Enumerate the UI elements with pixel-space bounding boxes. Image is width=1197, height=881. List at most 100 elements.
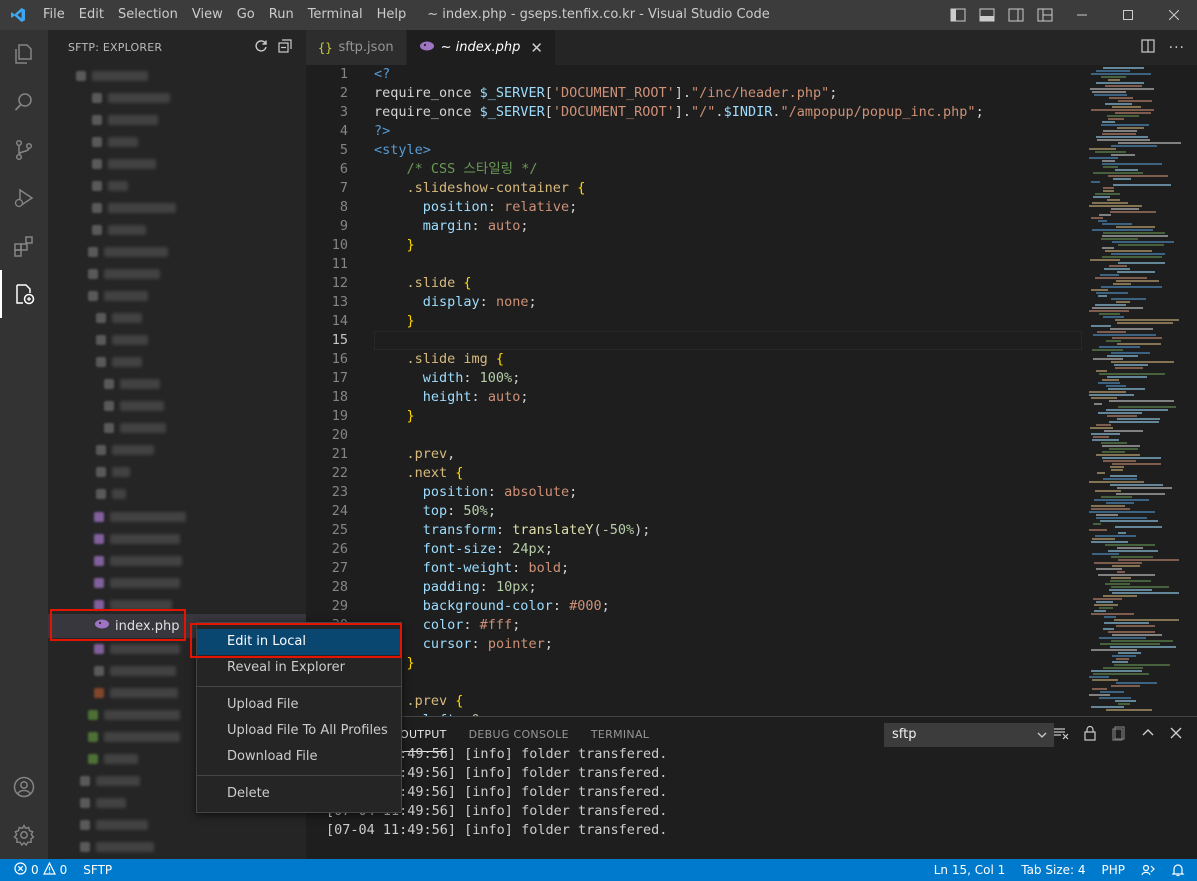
- menu-item-edit-in-local[interactable]: Edit in Local: [197, 629, 401, 655]
- code-line[interactable]: 26 font-size: 24px;: [306, 540, 1086, 559]
- code-line[interactable]: 12 .slide {: [306, 274, 1086, 293]
- tree-item[interactable]: [92, 175, 128, 197]
- code-line[interactable]: 27 font-weight: bold;: [306, 559, 1086, 578]
- tree-item[interactable]: [94, 572, 180, 594]
- tree-item[interactable]: [94, 682, 178, 704]
- tree-item[interactable]: [92, 197, 176, 219]
- code-line[interactable]: 33: [306, 673, 1086, 692]
- tree-item[interactable]: [76, 65, 148, 87]
- tree-item[interactable]: [96, 483, 126, 505]
- menu-item-upload-file[interactable]: Upload File: [197, 692, 401, 718]
- menu-terminal[interactable]: Terminal: [301, 0, 370, 30]
- tree-item[interactable]: [88, 704, 180, 726]
- code-line[interactable]: 31 cursor: pointer;: [306, 635, 1086, 654]
- extensions-icon[interactable]: [0, 222, 48, 270]
- cursor-position[interactable]: Ln 15, Col 1: [926, 863, 1014, 877]
- lock-scroll-icon[interactable]: [1083, 725, 1097, 745]
- toggle-secondary-sidebar-icon[interactable]: [1001, 0, 1030, 30]
- code-line[interactable]: 17 width: 100%;: [306, 369, 1086, 388]
- code-line[interactable]: 6 /* CSS 스타일링 */: [306, 160, 1086, 179]
- language-mode[interactable]: PHP: [1094, 863, 1134, 877]
- menu-item-upload-all-profiles[interactable]: Upload File To All Profiles: [197, 718, 401, 744]
- menu-item-download-file[interactable]: Download File: [197, 744, 401, 770]
- tree-item[interactable]: [92, 219, 146, 241]
- close-tab-icon[interactable]: ✕: [530, 39, 543, 57]
- tree-item[interactable]: [92, 109, 158, 131]
- code-line[interactable]: 14 }: [306, 312, 1086, 331]
- code-line[interactable]: 4 ?>: [306, 122, 1086, 141]
- tree-item[interactable]: [80, 770, 140, 792]
- explorer-icon[interactable]: [0, 30, 48, 78]
- tree-item[interactable]: [88, 285, 148, 307]
- collapse-all-icon[interactable]: [278, 39, 292, 57]
- sftp-status[interactable]: SFTP: [75, 863, 120, 877]
- code-line[interactable]: 3 require_once $_SERVER['DOCUMENT_ROOT'].…: [306, 103, 1086, 122]
- tree-item[interactable]: [104, 373, 160, 395]
- live-share-icon[interactable]: [1133, 863, 1163, 877]
- tree-item[interactable]: [80, 792, 126, 814]
- tree-item[interactable]: [104, 395, 164, 417]
- code-line[interactable]: 15: [306, 331, 1086, 350]
- tab-sftp-json[interactable]: {} sftp.json: [306, 30, 407, 65]
- code-line[interactable]: 10 }: [306, 236, 1086, 255]
- menu-file[interactable]: File: [36, 0, 72, 30]
- open-log-file-icon[interactable]: [1111, 725, 1127, 745]
- settings-gear-icon[interactable]: [0, 811, 48, 859]
- tab-size[interactable]: Tab Size: 4: [1013, 863, 1093, 877]
- code-line[interactable]: 23 position: absolute;: [306, 483, 1086, 502]
- output-channel-select[interactable]: sftp: [884, 723, 1054, 747]
- menu-help[interactable]: Help: [370, 0, 414, 30]
- problems-indicator[interactable]: 0 0: [0, 861, 75, 878]
- code-line[interactable]: 30 color: #fff;: [306, 616, 1086, 635]
- sftp-explorer-icon[interactable]: [0, 270, 48, 318]
- tree-item[interactable]: [96, 351, 142, 373]
- tree-item[interactable]: [94, 660, 176, 682]
- menu-item-reveal-in-explorer[interactable]: Reveal in Explorer: [197, 655, 401, 681]
- tree-item[interactable]: [88, 748, 138, 770]
- code-line[interactable]: 2 require_once $_SERVER['DOCUMENT_ROOT'].…: [306, 84, 1086, 103]
- code-editor[interactable]: 1 <? 2 require_once $_SERVER['DOCUMENT_ROOT…: [306, 65, 1197, 716]
- code-line[interactable]: 24 top: 50%;: [306, 502, 1086, 521]
- source-control-icon[interactable]: [0, 126, 48, 174]
- tree-item[interactable]: [96, 461, 130, 483]
- tree-item[interactable]: [92, 153, 156, 175]
- tree-item[interactable]: [94, 528, 180, 550]
- editor-scrollbar[interactable]: [1183, 65, 1197, 716]
- maximize-panel-icon[interactable]: [1141, 725, 1155, 745]
- toggle-primary-sidebar-icon[interactable]: [943, 0, 972, 30]
- menu-run[interactable]: Run: [262, 0, 301, 30]
- code-line[interactable]: 32 }: [306, 654, 1086, 673]
- tree-item[interactable]: [94, 506, 186, 528]
- code-line[interactable]: 13 display: none;: [306, 293, 1086, 312]
- tree-item[interactable]: [94, 638, 180, 660]
- tree-item[interactable]: [80, 814, 148, 836]
- close-window-button[interactable]: [1151, 0, 1197, 30]
- tree-item[interactable]: [96, 329, 148, 351]
- tab-index-php[interactable]: ~ index.php ✕: [406, 30, 556, 65]
- clear-output-icon[interactable]: [1053, 725, 1069, 745]
- code-line[interactable]: 7 .slideshow-container {: [306, 179, 1086, 198]
- customize-layout-icon[interactable]: [1030, 0, 1059, 30]
- tree-item[interactable]: [92, 131, 138, 153]
- code-line[interactable]: 9 margin: auto;: [306, 217, 1086, 236]
- tree-item[interactable]: [88, 726, 180, 748]
- menu-go[interactable]: Go: [230, 0, 262, 30]
- minimap[interactable]: [1089, 65, 1181, 716]
- code-line[interactable]: 34 .prev {: [306, 692, 1086, 711]
- code-line[interactable]: 20: [306, 426, 1086, 445]
- close-panel-icon[interactable]: [1169, 725, 1183, 745]
- run-debug-icon[interactable]: [0, 174, 48, 222]
- menu-item-delete[interactable]: Delete: [197, 781, 401, 807]
- split-editor-icon[interactable]: [1141, 38, 1155, 57]
- tree-item[interactable]: [104, 417, 166, 439]
- code-line[interactable]: 18 height: auto;: [306, 388, 1086, 407]
- menu-view[interactable]: View: [185, 0, 230, 30]
- tree-item[interactable]: [96, 307, 142, 329]
- tree-item[interactable]: [80, 836, 154, 858]
- notifications-bell-icon[interactable]: [1163, 863, 1197, 877]
- code-line[interactable]: 22 .next {: [306, 464, 1086, 483]
- menu-edit[interactable]: Edit: [72, 0, 111, 30]
- minimize-button[interactable]: [1059, 0, 1105, 30]
- code-line[interactable]: 19 }: [306, 407, 1086, 426]
- code-line[interactable]: 21 .prev,: [306, 445, 1086, 464]
